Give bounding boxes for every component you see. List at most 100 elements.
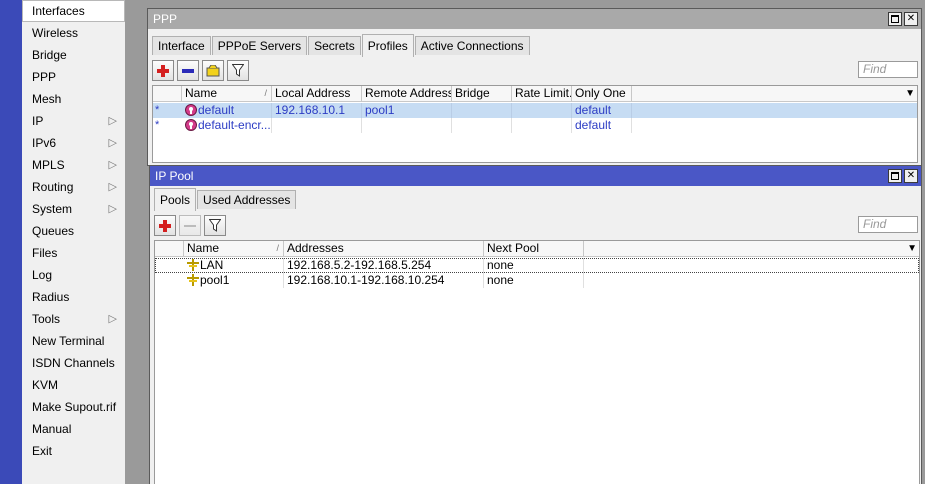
column-header-flag[interactable] bbox=[153, 86, 182, 102]
sidebar-item-ipv6[interactable]: IPv6 ▷ bbox=[22, 132, 125, 154]
sidebar-item-mesh[interactable]: Mesh bbox=[22, 88, 125, 110]
sidebar-item-new-terminal[interactable]: New Terminal bbox=[22, 330, 125, 352]
sidebar-item-label: IP bbox=[32, 114, 44, 128]
cell-local-address: 192.168.10.1 bbox=[272, 103, 362, 118]
sidebar-item-label: Queues bbox=[32, 224, 75, 238]
column-header-addresses[interactable]: Addresses bbox=[284, 241, 484, 257]
tab-profiles[interactable]: Profiles bbox=[361, 34, 414, 57]
ppp-window-titlebar[interactable]: PPP ✕ bbox=[148, 9, 921, 29]
maximize-icon bbox=[891, 172, 899, 180]
remove-button[interactable] bbox=[177, 60, 199, 81]
column-header-name[interactable]: Name / bbox=[182, 86, 272, 102]
tab-active-connections[interactable]: Active Connections bbox=[414, 36, 530, 55]
plus-icon bbox=[157, 64, 169, 77]
ip-pool-window-titlebar[interactable]: IP Pool ✕ bbox=[150, 166, 921, 186]
table-row[interactable]: * default-encr... default bbox=[153, 118, 917, 133]
close-button[interactable]: ✕ bbox=[904, 169, 918, 183]
column-header-bridge[interactable]: Bridge bbox=[452, 86, 512, 102]
cell-name: pool1 bbox=[184, 273, 284, 288]
cell-addresses: 192.168.5.2-192.168.5.254 bbox=[284, 258, 484, 273]
cell-only-one: default bbox=[572, 118, 632, 133]
comment-icon bbox=[206, 64, 220, 76]
window-title: PPP bbox=[153, 12, 178, 26]
column-menu-dropdown-icon[interactable]: ▼ bbox=[907, 243, 917, 254]
cell-rate-limit bbox=[512, 118, 572, 133]
add-button[interactable] bbox=[154, 215, 176, 236]
cell-bridge bbox=[452, 103, 512, 118]
filter-button[interactable] bbox=[204, 215, 226, 236]
add-button[interactable] bbox=[152, 60, 174, 81]
table-row[interactable]: LAN 192.168.5.2-192.168.5.254 none bbox=[155, 258, 919, 273]
remove-button[interactable] bbox=[179, 215, 201, 236]
left-blue-strip bbox=[0, 0, 22, 484]
sidebar-item-kvm[interactable]: KVM bbox=[22, 374, 125, 396]
sidebar-item-log[interactable]: Log bbox=[22, 264, 125, 286]
sidebar-item-isdn-channels[interactable]: ISDN Channels bbox=[22, 352, 125, 374]
sidebar-item-queues[interactable]: Queues bbox=[22, 220, 125, 242]
sidebar-item-routing[interactable]: Routing ▷ bbox=[22, 176, 125, 198]
sidebar-item-ip[interactable]: IP ▷ bbox=[22, 110, 125, 132]
sidebar-item-manual[interactable]: Manual bbox=[22, 418, 125, 440]
close-button[interactable]: ✕ bbox=[904, 12, 918, 26]
comment-button[interactable] bbox=[202, 60, 224, 81]
sidebar-item-wireless[interactable]: Wireless bbox=[22, 22, 125, 44]
tab-interface[interactable]: Interface bbox=[152, 36, 211, 55]
sidebar-item-files[interactable]: Files bbox=[22, 242, 125, 264]
sidebar-item-bridge[interactable]: Bridge bbox=[22, 44, 125, 66]
profile-icon bbox=[185, 119, 197, 131]
sidebar-item-mpls[interactable]: MPLS ▷ bbox=[22, 154, 125, 176]
submenu-arrow-icon: ▷ bbox=[108, 159, 117, 171]
cell-name: default-encr... bbox=[182, 118, 272, 133]
cell-next-pool: none bbox=[484, 273, 584, 288]
maximize-button[interactable] bbox=[888, 12, 902, 26]
find-input[interactable]: Find bbox=[858, 61, 918, 78]
sidebar-item-label: Log bbox=[32, 268, 53, 282]
window-title: IP Pool bbox=[155, 169, 194, 183]
cell-addresses: 192.168.10.1-192.168.10.254 bbox=[284, 273, 484, 288]
column-label: Name bbox=[185, 86, 218, 100]
find-input[interactable]: Find bbox=[858, 216, 918, 233]
plus-icon bbox=[159, 219, 171, 232]
maximize-button[interactable] bbox=[888, 169, 902, 183]
cell-remote-address bbox=[362, 118, 452, 133]
sidebar-item-label: MPLS bbox=[32, 158, 65, 172]
sidebar-item-exit[interactable]: Exit bbox=[22, 440, 125, 462]
cell-local-address bbox=[272, 118, 362, 133]
tab-used-addresses[interactable]: Used Addresses bbox=[197, 190, 297, 209]
row-flag: * bbox=[155, 104, 160, 116]
column-header-rate-limit[interactable]: Rate Limit... bbox=[512, 86, 572, 102]
column-menu-dropdown-icon[interactable]: ▼ bbox=[905, 88, 915, 99]
table-row[interactable]: pool1 192.168.10.1-192.168.10.254 none bbox=[155, 273, 919, 288]
ip-pool-toolbar bbox=[154, 215, 226, 236]
filter-button[interactable] bbox=[227, 60, 249, 81]
tab-pppoe-servers[interactable]: PPPoE Servers bbox=[211, 36, 308, 55]
column-header-next-pool[interactable]: Next Pool bbox=[484, 241, 584, 257]
sidebar-item-interfaces[interactable]: Interfaces bbox=[22, 0, 125, 22]
sidebar-item-system[interactable]: System ▷ bbox=[22, 198, 125, 220]
tab-pools[interactable]: Pools bbox=[154, 188, 197, 211]
cell-only-one: default bbox=[572, 103, 632, 118]
cell-next-pool: none bbox=[484, 258, 584, 273]
submenu-arrow-icon: ▷ bbox=[108, 115, 117, 127]
sidebar-item-make-supout[interactable]: Make Supout.rif bbox=[22, 396, 125, 418]
ppp-window: PPP ✕ Interface PPPoE Servers Secrets Pr… bbox=[147, 8, 922, 166]
column-header-local-address[interactable]: Local Address bbox=[272, 86, 362, 102]
tab-secrets[interactable]: Secrets bbox=[308, 36, 361, 55]
cell-bridge bbox=[452, 118, 512, 133]
pool-icon bbox=[187, 259, 199, 271]
profile-icon bbox=[185, 104, 197, 116]
column-header-name[interactable]: Name / bbox=[184, 241, 284, 257]
close-icon: ✕ bbox=[906, 13, 916, 24]
sidebar-item-radius[interactable]: Radius bbox=[22, 286, 125, 308]
sidebar-item-ppp[interactable]: PPP bbox=[22, 66, 125, 88]
sidebar-item-tools[interactable]: Tools ▷ bbox=[22, 308, 125, 330]
table-header: Name / Addresses Next Pool ▼ bbox=[155, 241, 919, 257]
sidebar-item-label: Mesh bbox=[32, 92, 62, 106]
column-header-remote-address[interactable]: Remote Address bbox=[362, 86, 452, 102]
column-header-flag[interactable] bbox=[155, 241, 184, 257]
filter-icon bbox=[232, 64, 244, 77]
ip-pool-tab-bar: Pools Used Addresses bbox=[154, 188, 297, 211]
table-row[interactable]: * default 192.168.10.1 pool1 default bbox=[153, 103, 917, 118]
sidebar-item-label: Files bbox=[32, 246, 58, 260]
column-header-only-one[interactable]: Only One bbox=[572, 86, 632, 102]
